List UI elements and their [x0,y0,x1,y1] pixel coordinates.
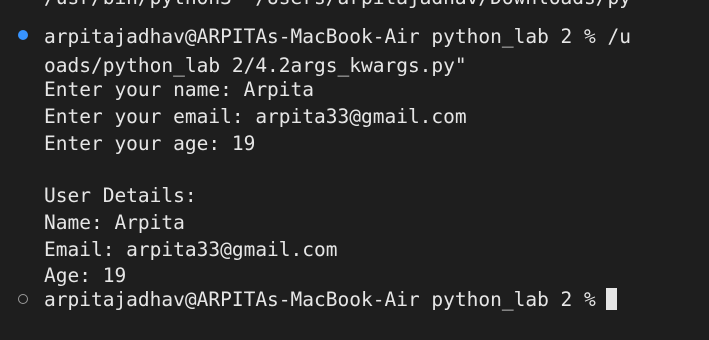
terminal-line-clipped: /usr/bin/python3 "/Users/arpitajadhav/Do… [44,0,631,10]
terminal-line-path: oads/python_lab 2/4.2args_kwargs.py" [44,54,467,77]
terminal-line-user-details-heading: User Details: [44,184,197,207]
terminal-line-email-output: Email: arpita33@gmail.com [44,238,338,261]
command-success-dot-icon[interactable] [18,30,28,40]
terminal-prompt-line: arpitajadhav@ARPITAs-MacBook-Air python_… [44,25,631,48]
terminal-cursor [605,288,617,310]
terminal-current-prompt-text: arpitajadhav@ARPITAs-MacBook-Air python_… [44,288,596,311]
terminal-line-age-output: Age: 19 [44,264,127,287]
terminal-line-email-input: Enter your email: arpita33@gmail.com [44,105,467,128]
command-idle-dot-icon[interactable] [18,294,28,304]
terminal-line-name-output: Name: Arpita [44,211,185,234]
terminal-line-age-input: Enter your age: 19 [44,132,256,155]
terminal-panel[interactable]: /usr/bin/python3 "/Users/arpitajadhav/Do… [0,0,709,340]
terminal-current-prompt[interactable]: arpitajadhav@ARPITAs-MacBook-Air python_… [44,288,617,312]
terminal-line-name-input: Enter your name: Arpita [44,78,315,101]
